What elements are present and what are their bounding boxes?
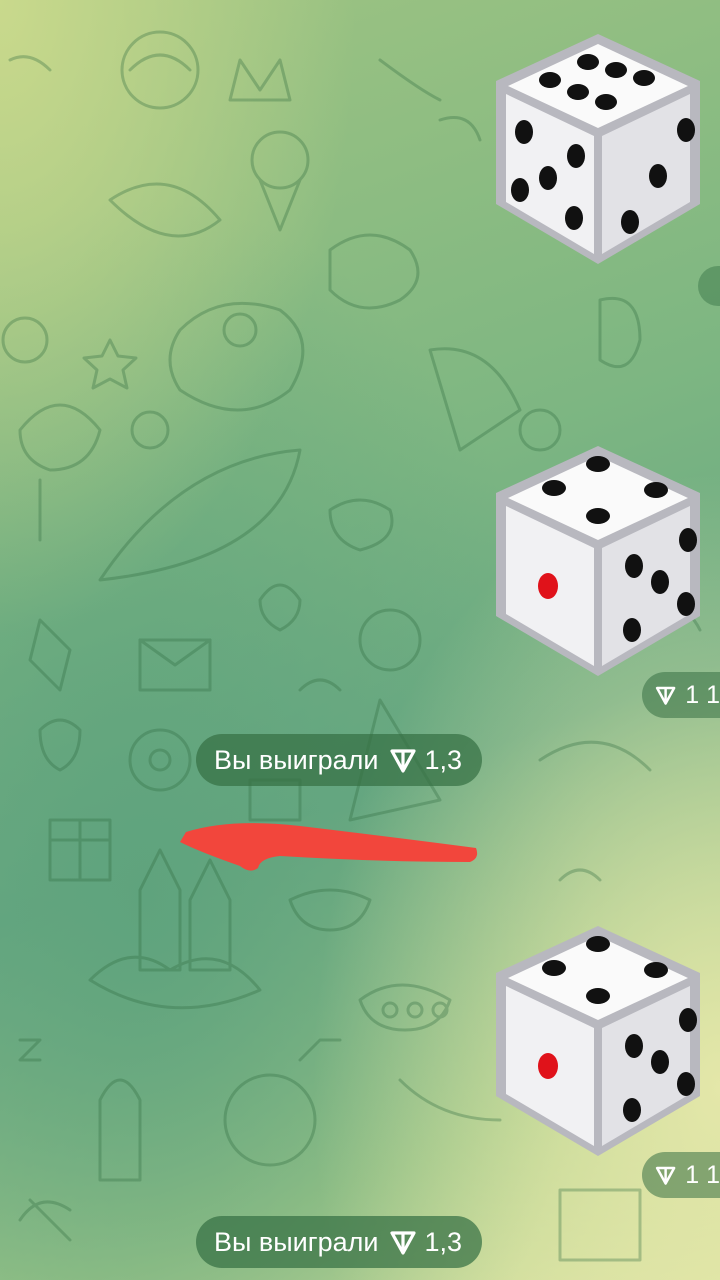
dice-5-icon xyxy=(496,926,700,1156)
ton-icon xyxy=(655,1166,676,1185)
stake-badge: 1 1 xyxy=(642,1152,720,1198)
chat-screen: 1 1 Вы выиграли 1,3 1 1 Вы выиграли 1,3 xyxy=(0,0,720,1280)
win-service-message: Вы выиграли 1,3 xyxy=(196,1216,483,1268)
dice-message-3[interactable] xyxy=(478,918,718,1168)
ton-icon xyxy=(390,1231,417,1255)
win-amount: 1,3 xyxy=(424,1226,463,1257)
win-text: Вы выиграли xyxy=(214,1226,379,1257)
stake-label: 1 1 xyxy=(685,1160,720,1189)
